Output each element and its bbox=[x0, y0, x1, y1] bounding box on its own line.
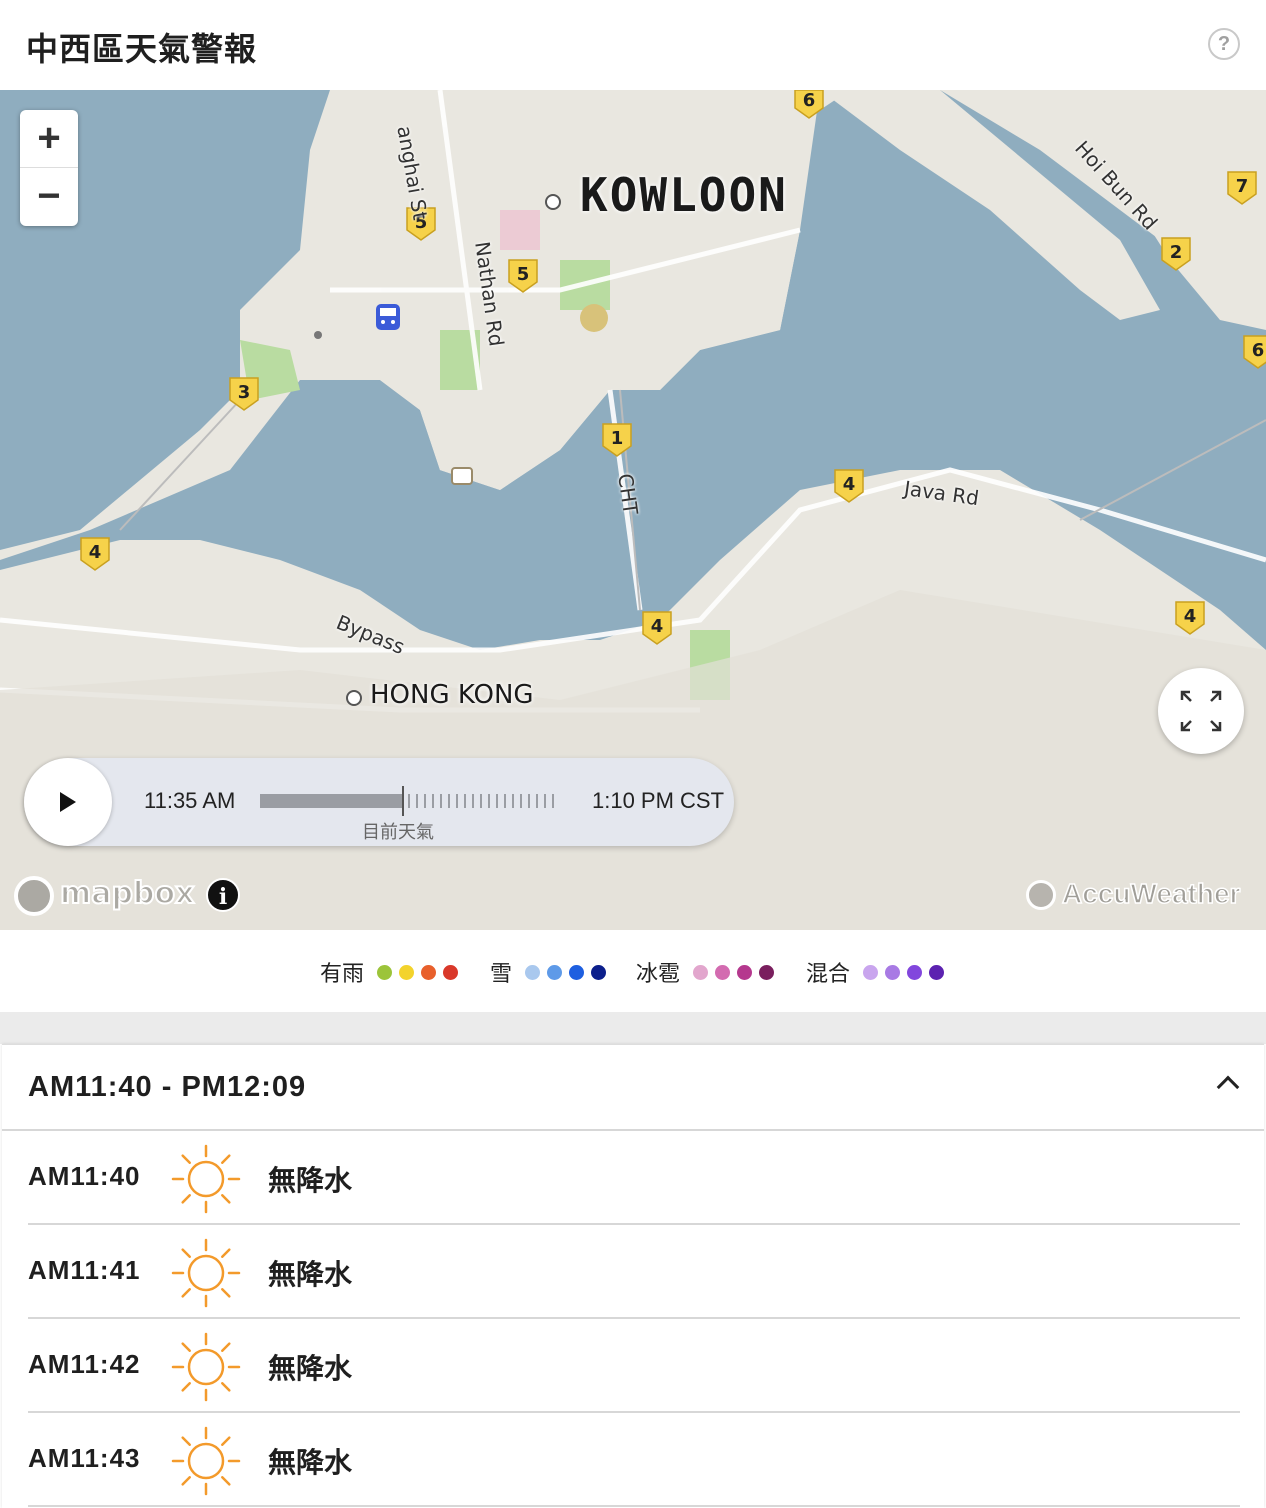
legend-label: 混合 bbox=[806, 962, 851, 987]
forecast-range-label: AM11:40 - PM12:09 bbox=[28, 1071, 307, 1103]
legend-dot bbox=[907, 964, 923, 980]
timeline-slider[interactable] bbox=[260, 786, 556, 816]
expand-icon bbox=[1180, 690, 1222, 732]
legend-dot bbox=[591, 964, 607, 980]
help-icon[interactable]: ? bbox=[1208, 28, 1240, 60]
minute-time: AM11:41 bbox=[28, 1255, 141, 1285]
kowloon-marker bbox=[545, 194, 561, 210]
play-button[interactable] bbox=[24, 758, 112, 846]
current-weather-label: 目前天氣 bbox=[362, 822, 434, 842]
minute-condition: 無降水 bbox=[268, 1352, 353, 1385]
page-title: 中西區天氣警報 bbox=[26, 30, 258, 68]
route-shield: 7 bbox=[1236, 176, 1249, 197]
legend-dot bbox=[377, 964, 393, 980]
school-icon bbox=[580, 304, 608, 332]
minute-time: AM11:40 bbox=[28, 1161, 141, 1191]
minute-row: AM11:41 無降水 bbox=[28, 1225, 1240, 1319]
radar-timeline: 11:35 AM 目前天氣 1:10 PM CST bbox=[24, 758, 734, 846]
play-icon bbox=[60, 792, 76, 812]
map-label-hong-kong: HONG KONG bbox=[370, 680, 534, 710]
collapse-chevron-icon[interactable] bbox=[1216, 1075, 1240, 1099]
minute-row: AM11:42 無降水 bbox=[28, 1319, 1240, 1413]
legend-mix: 混合 bbox=[806, 958, 945, 987]
zoom-in-button[interactable]: + bbox=[20, 110, 78, 168]
radar-map[interactable]: 6 7 5 5 2 6 3 1 4 4 4 4 KOWLOON HONG KON… bbox=[0, 90, 1266, 930]
timeline-progress-fill bbox=[260, 794, 402, 808]
legend-dot bbox=[525, 964, 541, 980]
timeline-end-time: 1:10 PM CST bbox=[592, 788, 725, 813]
legend-dot bbox=[737, 964, 753, 980]
legend-dot bbox=[715, 964, 731, 980]
alert-header: 中西區天氣警報 ? bbox=[0, 0, 1266, 90]
train-icon bbox=[376, 304, 400, 330]
minute-condition: 無降水 bbox=[268, 1258, 353, 1291]
zoom-out-button[interactable]: − bbox=[20, 168, 78, 226]
accuweather-wordmark: AccuWeather bbox=[1061, 877, 1241, 910]
fullscreen-button[interactable] bbox=[1158, 668, 1244, 754]
legend-label: 雪 bbox=[490, 962, 513, 987]
forecast-range-header[interactable]: AM11:40 - PM12:09 bbox=[2, 1045, 1264, 1131]
sun-icon bbox=[171, 1144, 241, 1214]
route-shield: 6 bbox=[803, 90, 816, 111]
zoom-control: + − bbox=[20, 110, 78, 226]
timeline-future-ticks bbox=[408, 794, 556, 808]
route-shield: 2 bbox=[1170, 242, 1183, 263]
info-icon[interactable]: i bbox=[206, 878, 240, 912]
route-shield: 6 bbox=[1252, 340, 1265, 361]
sun-icon bbox=[171, 1238, 241, 1308]
route-shield: 1 bbox=[611, 428, 624, 449]
timeline-start-time: 11:35 AM bbox=[144, 788, 236, 813]
mapbox-icon bbox=[14, 876, 54, 916]
legend-dot bbox=[929, 964, 945, 980]
minute-forecast-panel: AM11:40 - PM12:09 AM11:40 無降水 AM11:41 無降… bbox=[2, 1044, 1264, 1508]
route-shield: 4 bbox=[89, 542, 102, 563]
legend-label: 冰雹 bbox=[636, 962, 681, 987]
legend-dot bbox=[759, 964, 775, 980]
legend-snow: 雪 bbox=[490, 958, 607, 987]
map-label-kowloon: KOWLOON bbox=[580, 168, 788, 222]
mapbox-wordmark: mapbox bbox=[59, 875, 195, 912]
legend-dot bbox=[443, 964, 459, 980]
legend-dot bbox=[399, 964, 415, 980]
route-shield: 3 bbox=[238, 382, 251, 403]
hong-kong-marker bbox=[346, 690, 362, 706]
legend-dot bbox=[421, 964, 437, 980]
route-shield: 4 bbox=[1184, 606, 1197, 627]
route-shield: 5 bbox=[517, 264, 530, 285]
accuweather-sun-icon bbox=[1026, 880, 1056, 910]
legend-dot bbox=[569, 964, 585, 980]
route-shield: 4 bbox=[843, 474, 856, 495]
legend-dot bbox=[885, 964, 901, 980]
legend-dot bbox=[547, 964, 563, 980]
legend-rain: 有雨 bbox=[320, 958, 459, 987]
minute-time: AM11:43 bbox=[28, 1443, 141, 1473]
legend-ice: 冰雹 bbox=[636, 958, 775, 987]
minute-condition: 無降水 bbox=[268, 1446, 353, 1479]
sun-icon bbox=[171, 1332, 241, 1402]
precipitation-legend: 有雨 雪 冰雹 混合 bbox=[0, 930, 1266, 1012]
route-shield: 4 bbox=[651, 616, 664, 637]
legend-dot bbox=[693, 964, 709, 980]
section-divider bbox=[0, 1012, 1266, 1044]
minute-time: AM11:42 bbox=[28, 1349, 141, 1379]
legend-label: 有雨 bbox=[320, 962, 365, 987]
minute-row: AM11:40 無降水 bbox=[28, 1131, 1240, 1225]
minute-row: AM11:43 無降水 bbox=[28, 1413, 1240, 1507]
legend-dot bbox=[863, 964, 879, 980]
minute-condition: 無降水 bbox=[268, 1164, 353, 1197]
museum-icon bbox=[451, 467, 473, 485]
timeline-handle[interactable] bbox=[402, 786, 404, 816]
sun-icon bbox=[171, 1426, 241, 1496]
